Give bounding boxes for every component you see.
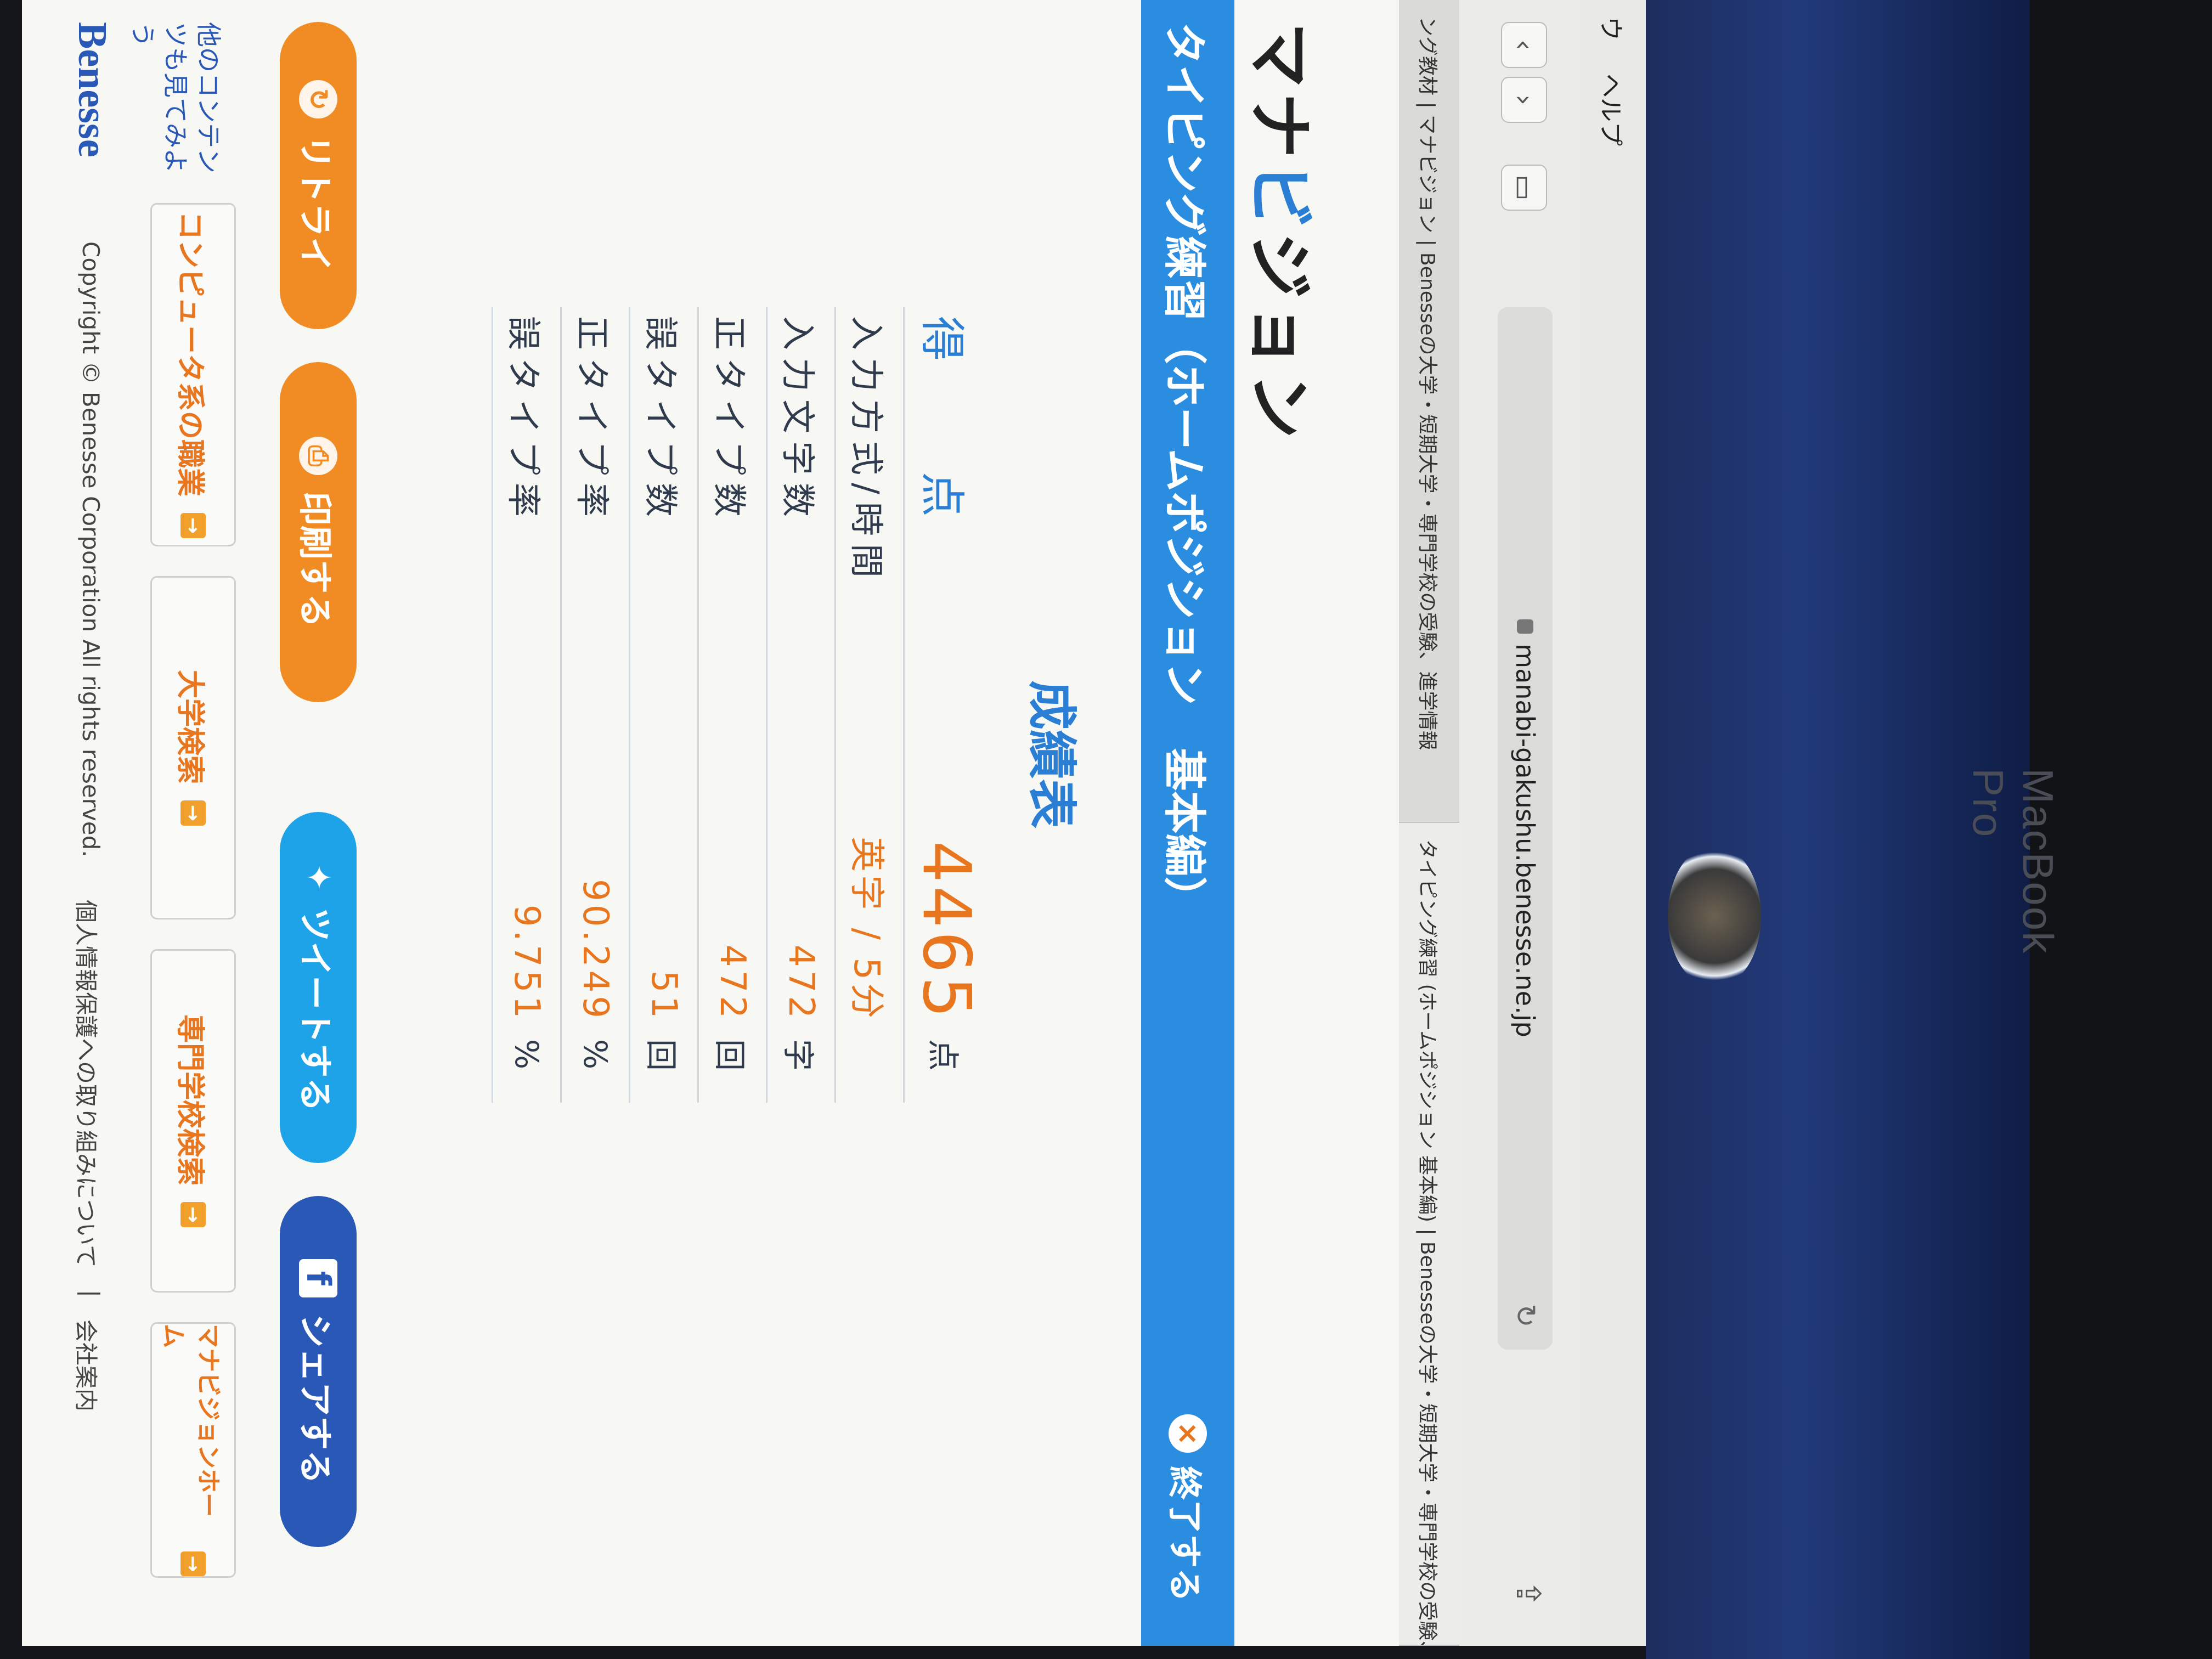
exit-button[interactable]: × 終了する — [1158, 1392, 1218, 1624]
char-count-unit: 字 — [766, 1030, 836, 1103]
share-label: シェアする — [295, 1313, 335, 1484]
logo-text: マナ — [1243, 22, 1316, 162]
char-count-label: 入力文字数 — [766, 307, 836, 720]
footer-link-company[interactable]: 会社案内 — [71, 1319, 104, 1412]
arrow-right-icon: → — [180, 513, 206, 538]
error-rate-unit: % — [492, 1030, 561, 1103]
print-button[interactable]: ⎙ 印刷する — [280, 362, 357, 702]
table-row: 入力方式/時間 英字 / 5分 — [835, 307, 904, 1103]
printer-icon: ⎙ — [299, 436, 337, 475]
action-buttons: ↻ リトライ ⎙ 印刷する ✦ ツイートする f シェアする — [274, 22, 357, 1591]
page-content: マナビジョン タイピング練習（ホームポジション 基本編） × 終了する 成績表 … — [22, 0, 1399, 1646]
site-logo[interactable]: マナビジョン — [1238, 22, 1333, 443]
laptop-screen: ウ ヘルプ ‹ › ▭ manabi-gakushu.benesse.ne.jp… — [22, 0, 1646, 1646]
correct-rate-unit: % — [561, 1030, 630, 1103]
score-table: 得 点 4465 点 入力方式/時間 英字 / 5分 入力文字数 472 字 正… — [492, 307, 988, 1103]
result-heading: 成績表 — [1023, 680, 1080, 828]
back-button[interactable]: ‹ — [1501, 22, 1547, 68]
twitter-bird-icon: ✦ — [299, 863, 337, 891]
input-mode-value: 英字 / 5分 — [835, 720, 904, 1030]
tweet-button[interactable]: ✦ ツイートする — [280, 812, 357, 1163]
footer-links: 個人情報保護への取り組みについて | 会社案内 — [71, 900, 104, 1412]
error-rate-label: 誤タイプ率 — [492, 307, 561, 720]
table-row: 正タイプ数 472 回 — [698, 307, 767, 1103]
retry-label: リトライ — [295, 134, 335, 271]
retry-icon: ↻ — [299, 80, 337, 119]
link-computer-careers[interactable]: コンピュータ系の職業 → — [150, 203, 236, 546]
chevron-left-icon: ‹ — [1508, 40, 1540, 50]
logo-text: ジョン — [1243, 233, 1316, 443]
tab-bar: ング教材 | マナビジョン | Benesseの大学・短期大学・専門学校の受験、… — [1398, 0, 1459, 1646]
page-footer: Benesse Copyright © Benesse Corporation … — [44, 22, 121, 1591]
tab-label: ング教材 | マナビジョン | Benesseの大学・短期大学・専門学校の受験、… — [1416, 16, 1438, 751]
menu-item-help[interactable]: ヘルプ — [1595, 74, 1630, 146]
error-rate-value: 9.751 — [492, 720, 561, 1030]
table-row: 誤タイプ数 51 回 — [629, 307, 698, 1103]
link-vocational-school-search[interactable]: 専門学校検索 → — [150, 949, 236, 1293]
browser-toolbar: ‹ › ▭ manabi-gakushu.benesse.ne.jp ↻ ⇪ — [1458, 0, 1580, 1646]
correct-count-value: 472 — [698, 720, 767, 1030]
reload-icon[interactable]: ↻ — [1509, 1304, 1542, 1328]
facebook-icon: f — [299, 1259, 337, 1297]
device-label: MacBook Pro — [1964, 768, 2062, 955]
menu-item-window[interactable]: ウ — [1595, 16, 1630, 41]
char-count-value: 472 — [766, 720, 836, 1030]
benesse-logo[interactable]: Benesse — [69, 22, 115, 157]
arrow-right-icon: → — [180, 800, 206, 826]
input-mode-label: 入力方式/時間 — [835, 307, 904, 720]
arrow-right-icon: → — [180, 1202, 206, 1227]
link-label: マナビジョンホーム — [159, 1324, 222, 1517]
table-row: 正タイプ率 90.249 % — [561, 307, 630, 1103]
share-icon[interactable]: ⇪ — [1509, 1580, 1547, 1607]
correct-rate-label: 正タイプ率 — [561, 307, 630, 720]
table-row: 入力文字数 472 字 — [766, 307, 836, 1103]
footer-link-separator: | — [77, 1289, 104, 1297]
score-value: 4465 — [904, 720, 988, 1030]
url-text: manabi-gakushu.benesse.ne.jp — [1510, 644, 1540, 1037]
score-unit: 点 — [904, 1030, 988, 1103]
retry-button[interactable]: ↻ リトライ — [280, 22, 357, 329]
photo-background: ウ ヘルプ ‹ › ▭ manabi-gakushu.benesse.ne.jp… — [0, 0, 2212, 1659]
page-title: タイピング練習（ホームポジション 基本編） — [1159, 22, 1209, 919]
exit-label: 終了する — [1165, 1465, 1205, 1602]
mac-menubar: ウ ヘルプ — [1579, 0, 1646, 1646]
sidebar-toggle-button[interactable]: ▭ — [1501, 165, 1547, 211]
chevron-right-icon: › — [1508, 94, 1540, 105]
related-links-caption: 他のコンテンツも見てみよう — [128, 22, 223, 173]
error-count-label: 誤タイプ数 — [629, 307, 698, 720]
link-label: コンピュータ系の職業 — [173, 211, 207, 496]
logo-text-accent: ビ — [1243, 162, 1316, 233]
tab-typing-practice[interactable]: タイピング練習 (ホームポジション 基本編) | Benesseの大学・短期大学… — [1399, 823, 1459, 1646]
correct-count-unit: 回 — [698, 1030, 767, 1103]
print-label: 印刷する — [295, 491, 335, 628]
tab-manabi-vision[interactable]: ング教材 | マナビジョン | Benesseの大学・短期大学・専門学校の受験、… — [1399, 0, 1459, 823]
lock-icon — [1517, 619, 1533, 634]
page-header-bar: タイピング練習（ホームポジション 基本編） × 終了する — [1141, 0, 1234, 1646]
error-count-unit: 回 — [629, 1030, 698, 1103]
table-row: 誤タイプ率 9.751 % — [492, 307, 561, 1103]
footer-link-privacy[interactable]: 個人情報保護への取り組みについて — [71, 900, 104, 1268]
correct-count-label: 正タイプ数 — [698, 307, 767, 720]
tweet-label: ツイートする — [295, 907, 335, 1112]
forward-button[interactable]: › — [1501, 77, 1547, 123]
error-count-value: 51 — [629, 720, 698, 1030]
link-university-search[interactable]: 大学検索 → — [150, 576, 236, 919]
tab-label: タイピング練習 (ホームポジション 基本編) | Benesseの大学・短期大学… — [1416, 839, 1438, 1646]
close-icon: × — [1169, 1414, 1207, 1453]
sidebar-icon: ▭ — [1508, 174, 1540, 201]
arrow-right-icon: → — [180, 1551, 206, 1576]
related-links: 他のコンテンツも見てみよう コンピュータ系の職業 → 大学検索 → 専門学校検索… — [128, 22, 236, 1591]
input-mode-unit — [835, 1030, 904, 1103]
table-row: 得 点 4465 点 — [904, 307, 988, 1103]
wallpaper-rock — [1668, 845, 1761, 988]
correct-rate-value: 90.249 — [561, 720, 630, 1030]
copyright-text: Copyright © Benesse Corporation All righ… — [77, 241, 104, 857]
score-label: 得 点 — [904, 307, 988, 720]
address-bar[interactable]: manabi-gakushu.benesse.ne.jp ↻ — [1498, 307, 1553, 1350]
link-label: 専門学校検索 — [173, 1014, 207, 1186]
link-manabi-vision-home[interactable]: マナビジョンホーム → — [150, 1322, 236, 1578]
facebook-share-button[interactable]: f シェアする — [280, 1196, 357, 1547]
link-label: 大学検索 — [173, 669, 207, 784]
